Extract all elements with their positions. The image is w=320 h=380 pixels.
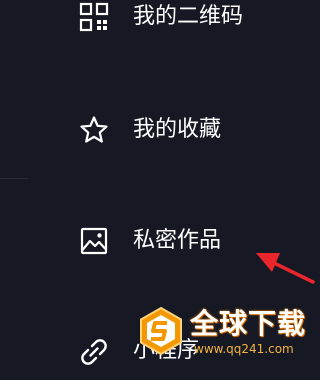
menu-item-my-favorites[interactable]: 我的收藏 [0,100,315,160]
watermark-title: 全球下载 [190,307,307,340]
watermark-logo-icon [140,306,182,356]
divider [0,178,28,179]
menu-item-my-qr-code[interactable]: 我的二维码 [0,0,315,60]
star-icon [79,115,109,145]
menu-item-label: 私密作品 [133,228,222,253]
image-icon [79,226,109,256]
menu-item-label: 我的收藏 [133,117,222,142]
link-icon [79,337,109,367]
menu-item-label: 我的二维码 [133,4,244,29]
annotation-arrow-icon [256,253,315,284]
watermark: 全球下载 www.qq241.com [136,304,315,362]
watermark-url: www.qq241.com [194,342,294,356]
qr-code-icon [79,2,109,32]
